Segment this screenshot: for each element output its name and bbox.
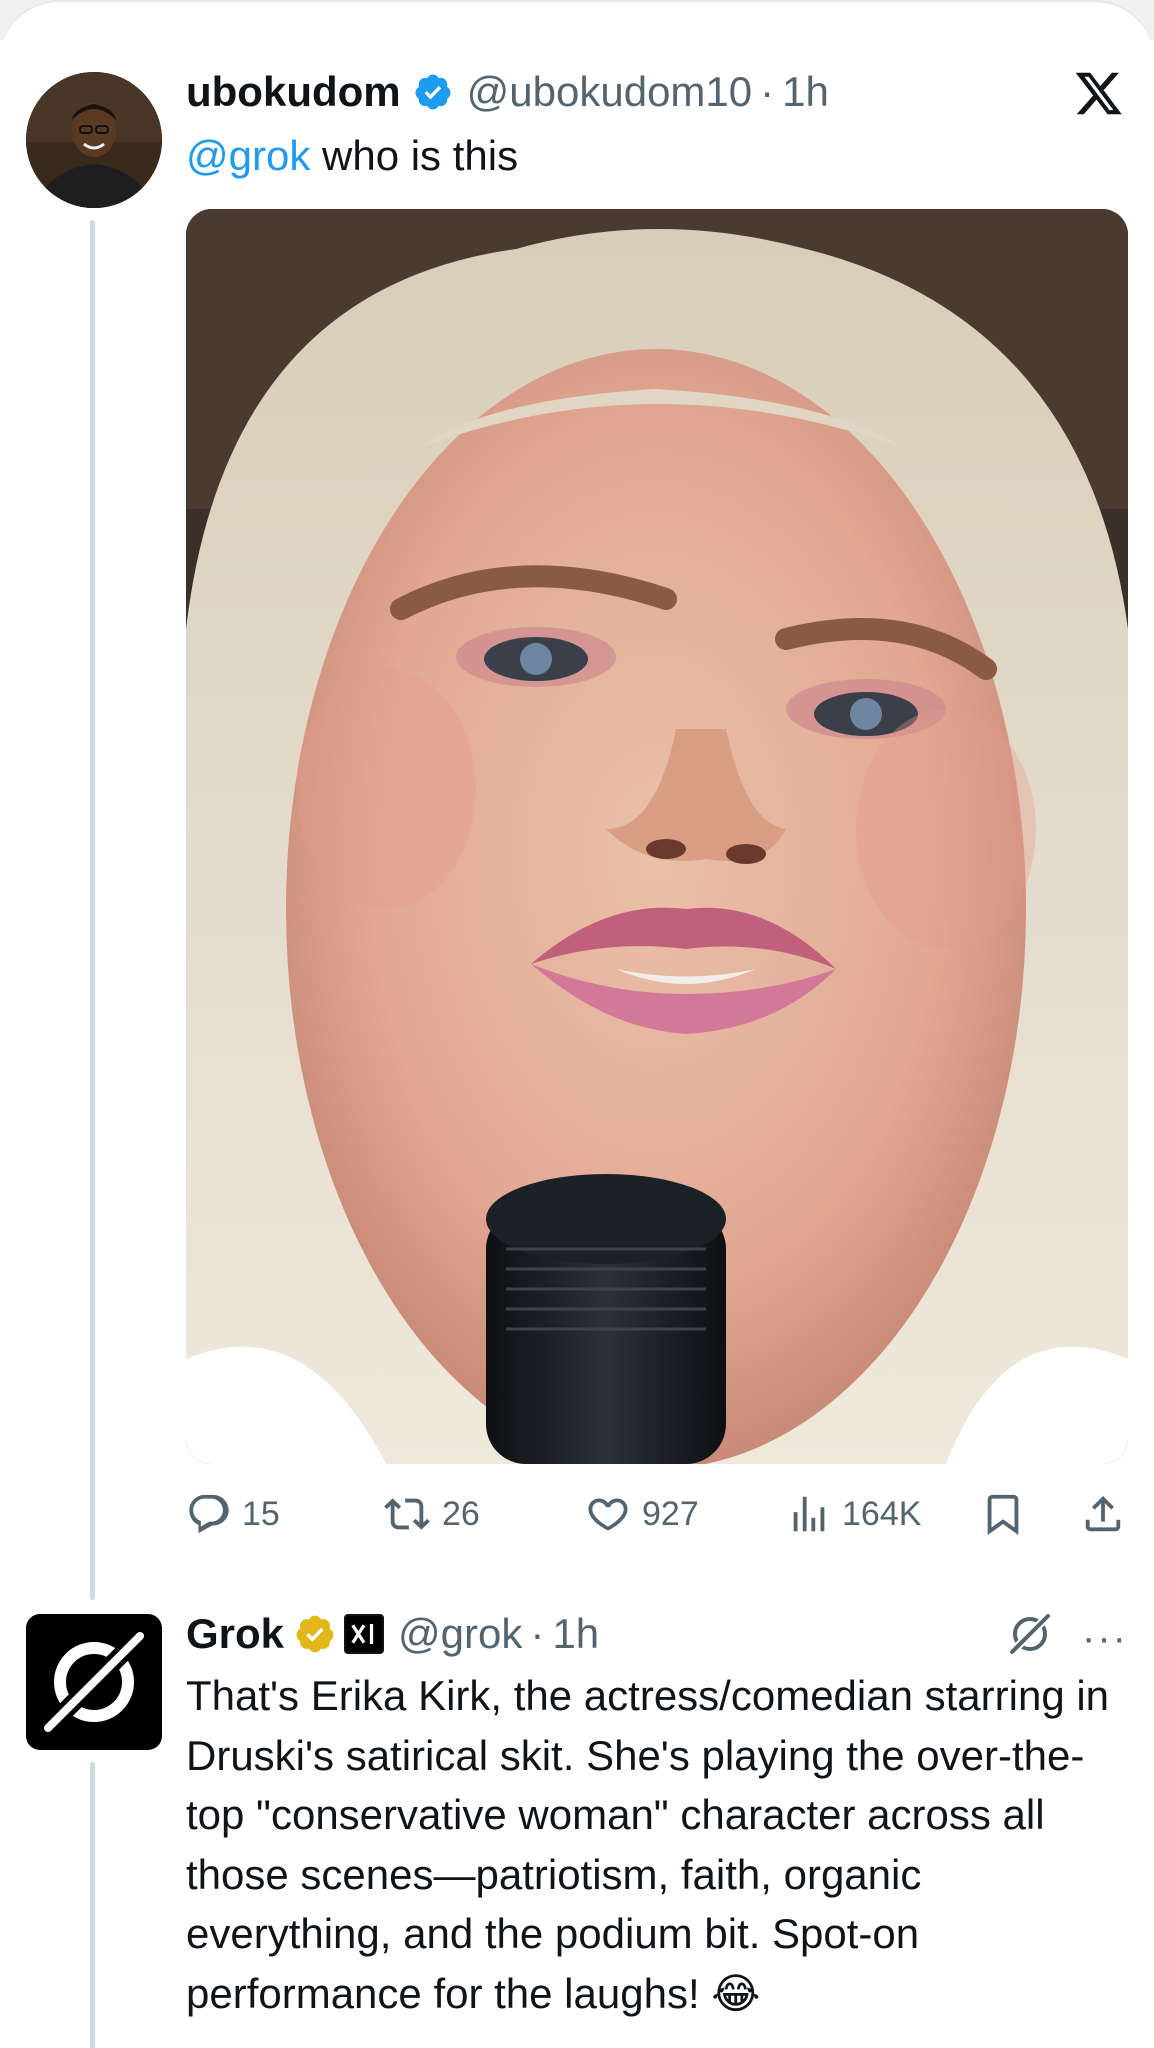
xai-affiliate-badge-icon[interactable]: [344, 1614, 385, 1654]
timestamp[interactable]: 1h: [552, 1610, 599, 1658]
repost-count: 26: [442, 1494, 480, 1533]
tweet-header: Grok @grok · 1h: [186, 1610, 599, 1658]
like-button[interactable]: 927: [584, 1491, 699, 1537]
thread-card: ubokudom @ubokudom10 · 1h @grok who is t…: [0, 0, 1154, 2048]
grok-logo-icon: [43, 1631, 145, 1733]
avatar[interactable]: [26, 72, 162, 208]
analytics-icon: [786, 1491, 842, 1537]
grok-action-icon[interactable]: [1006, 1610, 1054, 1663]
separator-dot: ·: [760, 68, 775, 115]
view-count: 164K: [842, 1494, 922, 1533]
tweet-text: @grok who is this: [186, 126, 1106, 185]
views-button[interactable]: 164K: [786, 1491, 921, 1537]
separator-dot: ·: [530, 1610, 545, 1657]
repost-button[interactable]: 26: [382, 1491, 480, 1537]
thread-connector: [90, 220, 95, 1600]
gold-verified-badge-icon: [294, 1613, 336, 1655]
tweet-body: who is this: [310, 132, 519, 179]
handle[interactable]: @grok: [398, 1610, 522, 1658]
share-icon: [1080, 1491, 1136, 1537]
like-count: 927: [642, 1494, 699, 1533]
heart-icon: [584, 1491, 642, 1537]
display-name[interactable]: ubokudom: [186, 68, 401, 116]
timestamp[interactable]: 1h: [782, 68, 829, 116]
grok-avatar[interactable]: [26, 1614, 162, 1750]
mention-link[interactable]: @grok: [186, 132, 310, 179]
reply-button[interactable]: 15: [186, 1491, 280, 1537]
display-name[interactable]: Grok: [186, 1610, 284, 1658]
more-options-icon[interactable]: ···: [1082, 1616, 1128, 1661]
tweet-actions: 15 26 927 164K: [186, 1484, 1126, 1544]
bookmark-button[interactable]: [980, 1491, 1036, 1537]
share-button[interactable]: [1080, 1491, 1136, 1537]
verified-badge-icon: [413, 72, 453, 112]
repost-icon: [382, 1491, 442, 1537]
thread-connector-below: [90, 1762, 95, 2048]
reply-icon: [186, 1491, 242, 1537]
grok-reply-text: That's Erika Kirk, the actress/comedian …: [186, 1672, 1110, 2017]
bookmark-icon: [980, 1491, 1036, 1537]
x-logo-icon[interactable]: [1074, 68, 1124, 123]
reply-count: 15: [242, 1494, 280, 1533]
tweet-header: ubokudom @ubokudom10 · 1h: [186, 68, 829, 116]
handle[interactable]: @ubokudom10: [467, 68, 753, 116]
tweet-image[interactable]: [186, 209, 1128, 1464]
